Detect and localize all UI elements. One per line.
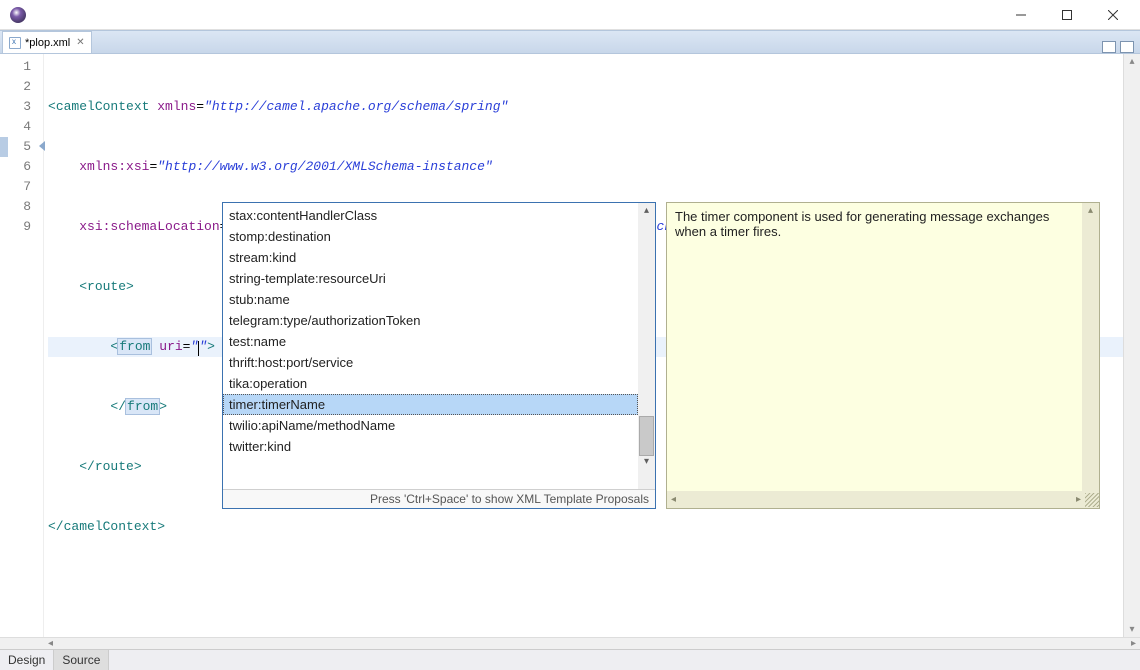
documentation-text: The timer component is used for generati… [667, 203, 1082, 508]
window-controls [998, 0, 1136, 30]
completion-item[interactable]: thrift:host:port/service [223, 352, 638, 373]
completion-item[interactable]: stream:kind [223, 247, 638, 268]
completion-item[interactable]: telegram:type/authorizationToken [223, 310, 638, 331]
tab-source[interactable]: Source [54, 650, 109, 670]
completion-item[interactable]: stomp:destination [223, 226, 638, 247]
completion-item[interactable]: timer:timerName [223, 394, 638, 415]
scroll-up-icon[interactable]: ▴ [644, 205, 649, 216]
completion-item[interactable]: tika:operation [223, 373, 638, 394]
eclipse-app-icon [10, 7, 26, 23]
content-assist-popup: stax:contentHandlerClassstomp:destinatio… [222, 202, 656, 509]
scroll-down-icon[interactable]: ▾ [1129, 624, 1134, 635]
completion-item[interactable]: twilio:apiName/methodName [223, 415, 638, 436]
xml-file-icon [9, 37, 21, 49]
scroll-left-icon[interactable]: ◂ [667, 494, 680, 505]
editor-bottom-tabs: Design Source [0, 649, 1140, 670]
popup-scrollbar[interactable]: ▴ ▾ [638, 203, 655, 489]
completion-item[interactable]: test:name [223, 331, 638, 352]
editor-tab-label: *plop.xml [25, 37, 70, 49]
vertical-scrollbar[interactable]: ▴ ▾ [1123, 54, 1140, 637]
scroll-down-icon[interactable]: ▾ [644, 456, 649, 467]
minimize-view-icon[interactable] [1102, 41, 1116, 53]
maximize-button[interactable] [1044, 0, 1090, 30]
editor-tabbar: *plop.xml ✕ [0, 30, 1140, 53]
maximize-view-icon[interactable] [1120, 41, 1134, 53]
scroll-right-icon[interactable]: ▸ [1127, 638, 1140, 649]
doc-vertical-scrollbar[interactable]: ▴ ▾ [1082, 203, 1099, 508]
resize-grip-icon[interactable] [1085, 493, 1099, 507]
popup-hint: Press 'Ctrl+Space' to show XML Template … [223, 489, 655, 508]
completion-item[interactable]: stub:name [223, 289, 638, 310]
horizontal-scrollbar[interactable]: ◂ ▸ [0, 637, 1140, 649]
doc-horizontal-scrollbar[interactable]: ◂ ▸ [667, 491, 1099, 508]
scroll-up-icon[interactable]: ▴ [1129, 56, 1134, 67]
documentation-popup: The timer component is used for generati… [666, 202, 1100, 509]
window-titlebar [0, 0, 1140, 30]
completion-item[interactable]: string-template:resourceUri [223, 268, 638, 289]
line-number-gutter: 1 2 3 4 5 6 7 8 9 [0, 54, 44, 637]
scroll-left-icon[interactable]: ◂ [44, 638, 57, 649]
scroll-right-icon[interactable]: ▸ [1072, 494, 1085, 505]
completion-list[interactable]: stax:contentHandlerClassstomp:destinatio… [223, 203, 638, 489]
minimize-button[interactable] [998, 0, 1044, 30]
close-tab-icon[interactable]: ✕ [76, 37, 84, 48]
scrollbar-thumb[interactable] [639, 416, 654, 456]
scroll-up-icon[interactable]: ▴ [1088, 205, 1093, 216]
editor-tab[interactable]: *plop.xml ✕ [2, 31, 92, 53]
completion-item[interactable]: stax:contentHandlerClass [223, 205, 638, 226]
completion-item[interactable]: twitter:kind [223, 436, 638, 457]
tab-design[interactable]: Design [0, 650, 54, 670]
close-button[interactable] [1090, 0, 1136, 30]
